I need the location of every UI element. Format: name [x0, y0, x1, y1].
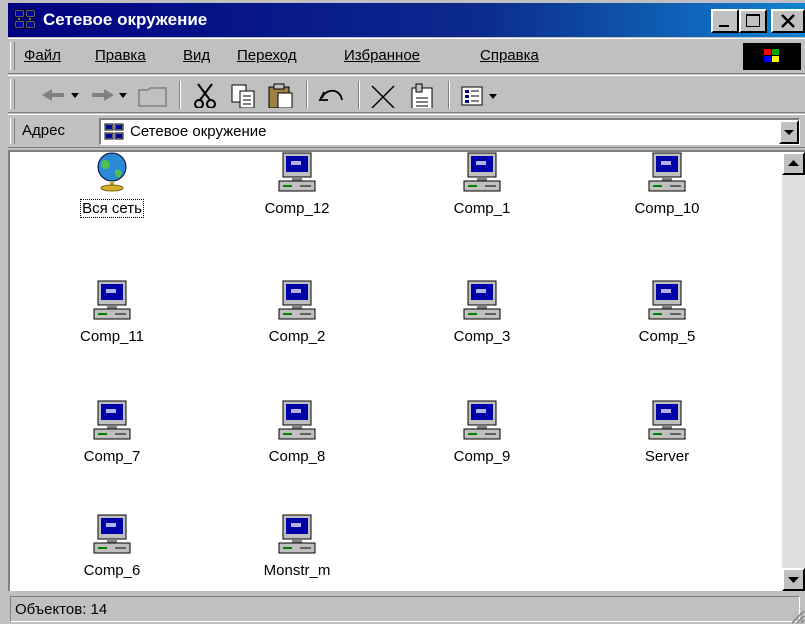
item-label-text: Вся сеть	[80, 199, 144, 218]
title-bar[interactable]: Сетевое окружение	[8, 3, 805, 37]
windows-flag-icon	[764, 49, 779, 62]
address-dropdown-button[interactable]	[779, 120, 799, 144]
views-icon[interactable]	[456, 82, 504, 108]
network-item-comp_11[interactable]: Comp_11	[52, 280, 172, 350]
menu-help[interactable]: Справка	[480, 47, 539, 64]
arrow-up-icon	[788, 160, 799, 166]
menu-go[interactable]: Переход	[237, 47, 297, 64]
scroll-up-button[interactable]	[782, 152, 805, 175]
network-item-comp_3[interactable]: Comp_3	[422, 280, 542, 350]
menu-view[interactable]: Вид	[183, 47, 210, 64]
window-title: Сетевое окружение	[43, 10, 208, 29]
item-label: Comp_12	[264, 200, 330, 217]
windows-logo	[743, 43, 801, 70]
network-item-comp_12[interactable]: Comp_12	[237, 152, 357, 222]
item-label: Comp_10	[634, 200, 700, 217]
network-item-comp_6[interactable]: Comp_6	[52, 514, 172, 584]
forward-icon[interactable]	[86, 82, 130, 108]
menu-edit[interactable]: Правка	[95, 47, 146, 64]
toolbar-separator	[179, 81, 181, 109]
menu-grip[interactable]	[10, 42, 15, 70]
item-label: Comp_11	[80, 328, 144, 345]
network-item-comp_8[interactable]: Comp_8	[237, 400, 357, 470]
up-folder-icon[interactable]	[136, 82, 170, 108]
toolbar	[8, 75, 805, 113]
network-item-comp_9[interactable]: Comp_9	[422, 400, 542, 470]
computer-icon	[93, 400, 131, 440]
item-label: Server	[644, 448, 690, 465]
item-label: Comp_3	[453, 328, 511, 345]
network-neighborhood-icon	[14, 9, 36, 29]
globe-icon	[93, 152, 131, 192]
item-label: Comp_1	[453, 200, 511, 217]
item-label: Comp_2	[268, 328, 326, 345]
computer-icon	[463, 152, 501, 192]
address-bar: Адрес Сетевое окружение	[8, 114, 805, 148]
computer-icon	[278, 400, 316, 440]
status-bar: Объектов: 14	[8, 593, 805, 624]
toolbar-separator	[358, 81, 360, 109]
computer-icon	[278, 152, 316, 192]
properties-icon[interactable]	[404, 82, 440, 108]
network-item-server[interactable]: Server	[607, 400, 727, 470]
menu-favorites[interactable]: Избранное	[344, 47, 420, 64]
close-button[interactable]	[771, 9, 805, 33]
toolbar-separator	[448, 81, 450, 109]
computer-icon	[648, 280, 686, 320]
toolbar-grip[interactable]	[10, 79, 15, 109]
item-label: Comp_9	[453, 448, 511, 465]
minimize-icon	[719, 25, 729, 27]
address-input[interactable]: Сетевое окружение	[99, 118, 800, 145]
status-text: Объектов: 14	[15, 601, 108, 618]
item-label: Comp_6	[83, 562, 141, 579]
network-item-вся-сеть[interactable]: Вся сеть	[52, 152, 172, 222]
computer-icon	[93, 280, 131, 320]
item-label: Вся сеть	[52, 199, 172, 218]
arrow-down-icon	[788, 577, 799, 583]
network-item-monstr_m[interactable]: Monstr_m	[237, 514, 357, 584]
computer-icon	[648, 400, 686, 440]
vertical-scrollbar[interactable]	[782, 152, 805, 591]
item-label: Comp_7	[83, 448, 141, 465]
network-neighborhood-icon	[104, 123, 124, 140]
undo-icon[interactable]	[314, 82, 350, 108]
item-label: Comp_5	[638, 328, 696, 345]
resize-grip-icon[interactable]	[789, 608, 805, 624]
address-grip[interactable]	[10, 118, 15, 144]
explorer-window: Сетевое окружение Файл Правка Вид Перехо…	[0, 0, 805, 624]
computer-icon	[93, 514, 131, 554]
computer-icon	[463, 280, 501, 320]
copy-icon[interactable]	[226, 82, 262, 108]
paste-icon[interactable]	[264, 82, 300, 108]
delete-icon[interactable]	[366, 82, 402, 108]
menu-bar: Файл Правка Вид Переход Избранное Справк…	[8, 38, 805, 74]
item-label: Comp_8	[268, 448, 326, 465]
back-icon[interactable]	[38, 82, 82, 108]
toolbar-separator	[306, 81, 308, 109]
maximize-icon	[746, 14, 760, 27]
network-item-comp_2[interactable]: Comp_2	[237, 280, 357, 350]
computer-icon	[648, 152, 686, 192]
file-view[interactable]: Вся сеть Comp_12 Comp_1 Comp_10 Comp_11 Comp_…	[8, 150, 805, 591]
minimize-button[interactable]	[711, 9, 739, 33]
network-item-comp_5[interactable]: Comp_5	[607, 280, 727, 350]
menu-file[interactable]: Файл	[24, 47, 61, 64]
address-value: Сетевое окружение	[130, 123, 267, 140]
cut-icon[interactable]	[188, 82, 224, 108]
address-label: Адрес	[22, 122, 65, 139]
scroll-down-button[interactable]	[782, 568, 805, 591]
item-label: Monstr_m	[263, 562, 331, 579]
chevron-down-icon	[784, 130, 794, 135]
status-pane: Объектов: 14	[10, 596, 800, 622]
maximize-button[interactable]	[739, 9, 767, 33]
network-item-comp_10[interactable]: Comp_10	[607, 152, 727, 222]
computer-icon	[278, 514, 316, 554]
network-item-comp_7[interactable]: Comp_7	[52, 400, 172, 470]
close-icon	[781, 14, 795, 28]
computer-icon	[463, 400, 501, 440]
network-item-comp_1[interactable]: Comp_1	[422, 152, 542, 222]
computer-icon	[278, 280, 316, 320]
